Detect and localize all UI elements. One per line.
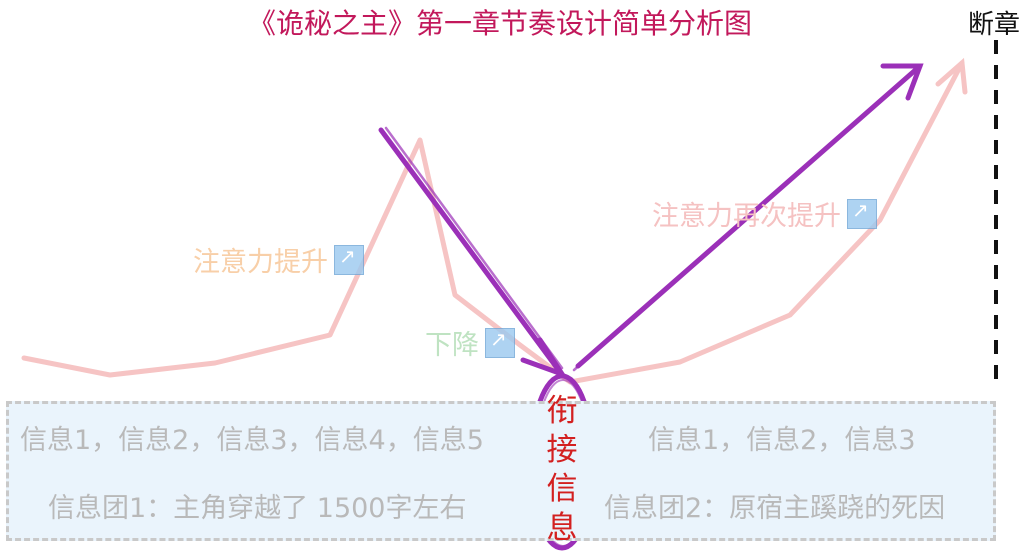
attention-rise-label: 注意力提升 — [193, 240, 364, 279]
attention-rise-text: 注意力提升 — [193, 247, 328, 278]
arrow-up-right-icon — [334, 244, 364, 275]
right-info-items: 信息1，信息2，信息3 — [648, 425, 916, 456]
bridge-char: 接 — [546, 432, 578, 468]
attention-drop-label: 下降 — [425, 323, 515, 362]
left-info-group: 信息团1：主角穿越了 1500字左右 — [48, 493, 467, 524]
right-info-group: 信息团2：原宿主蹊跷的死因 — [604, 493, 946, 524]
bridge-info-text: 衔 接 信 息 — [540, 392, 584, 548]
bridge-char: 衔 — [546, 393, 578, 429]
attention-drop-text: 下降 — [425, 330, 479, 361]
bridge-char: 信 — [546, 471, 578, 507]
arrow-up-right-icon — [847, 198, 877, 229]
arrow-down-right-icon — [485, 327, 515, 358]
left-info-items: 信息1，信息2，信息3，信息4，信息5 — [20, 425, 484, 456]
bridge-char: 息 — [546, 510, 578, 546]
attention-rise-again-label: 注意力再次提升 — [652, 194, 877, 233]
attention-rise-again-text: 注意力再次提升 — [652, 201, 841, 232]
